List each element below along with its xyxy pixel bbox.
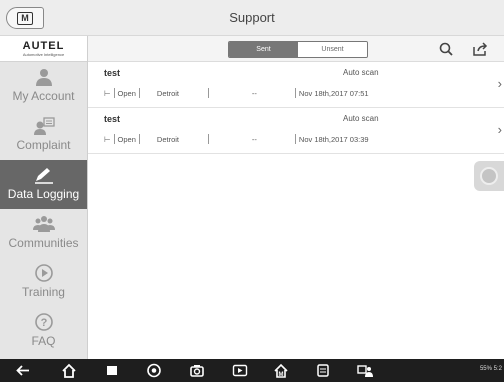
sidebar-item-data-logging[interactable]: Data Logging (0, 160, 87, 209)
assist-icon (480, 167, 498, 185)
sidebar-item-label: My Account (12, 89, 75, 103)
session-dash: -- (251, 88, 257, 98)
sidebar: AUTEL Automotive Intelligence My Account… (0, 36, 88, 359)
session-type: Auto scan (343, 114, 379, 123)
search-icon[interactable] (438, 41, 454, 57)
svg-text:M: M (279, 372, 284, 378)
remote-desk-icon[interactable] (357, 363, 373, 378)
floating-assist-button[interactable] (474, 161, 504, 191)
person-icon (35, 69, 52, 86)
autel-logo: AUTEL Automotive Intelligence (0, 36, 87, 62)
divider (138, 134, 140, 144)
group-icon (32, 216, 55, 232)
chevron-right-icon: › (497, 122, 502, 137)
sidebar-item-label: Communities (8, 236, 79, 250)
session-date: Nov 18th,2017 07:51 (298, 88, 369, 98)
sidebar-item-label: Training (22, 285, 65, 299)
sidebar-item-faq[interactable]: ? FAQ (0, 307, 87, 356)
status-indicators: 55% 5:2 (479, 366, 502, 372)
divider (113, 88, 115, 98)
system-nav-bar: M 55% 5:2 (0, 359, 504, 382)
divider (294, 134, 296, 144)
session-meta: ⊢ Open Detroit -- Nov 18th,2017 07:51 (104, 88, 369, 98)
chrome-icon[interactable] (146, 363, 162, 378)
session-name: test (104, 68, 121, 78)
session-name: test (104, 114, 121, 124)
divider (113, 134, 115, 144)
session-location: Detroit (156, 134, 179, 144)
media-icon[interactable] (232, 363, 248, 378)
list-item[interactable]: test Auto scan ⊢ Open Detroit -- Nov 18t… (88, 62, 504, 108)
session-type: Auto scan (343, 68, 379, 77)
edit-icon (34, 168, 53, 184)
tab-sent[interactable]: Sent (229, 42, 298, 57)
sidebar-item-label: Data Logging (7, 187, 80, 201)
sidebar-item-complaint[interactable]: Complaint (0, 111, 87, 160)
chevron-right-icon: › (497, 76, 502, 91)
sidebar-item-label: FAQ (31, 334, 56, 348)
session-dash: -- (251, 134, 257, 144)
camera-icon[interactable] (189, 363, 205, 378)
attachment-icon: ⊢ (104, 88, 111, 98)
title-bar: M Support (0, 0, 504, 36)
back-icon[interactable] (15, 363, 31, 378)
play-icon (34, 264, 53, 282)
logo-tagline: Automotive Intelligence (22, 51, 65, 57)
session-status: Open (117, 88, 136, 98)
session-date: Nov 18th,2017 03:39 (298, 134, 369, 144)
chat-person-icon (33, 117, 55, 135)
logo-brand: AUTEL (22, 39, 65, 52)
session-meta: ⊢ Open Detroit -- Nov 18th,2017 03:39 (104, 134, 369, 144)
page-title: Support (229, 10, 275, 25)
tab-unsent[interactable]: Unsent (298, 42, 367, 57)
sidebar-item-label: Complaint (16, 138, 71, 152)
divider (294, 88, 296, 98)
sidebar-item-training[interactable]: Training (0, 258, 87, 307)
svg-text:?: ? (40, 317, 47, 329)
home-icon[interactable] (61, 363, 77, 378)
sidebar-item-my-account[interactable]: My Account (0, 62, 87, 111)
sidebar-item-communities[interactable]: Communities (0, 209, 87, 258)
divider (207, 88, 209, 98)
vci-icon[interactable] (315, 363, 331, 378)
main-content: Sent Unsent test Auto scan ⊢ Open Detroi… (88, 36, 504, 359)
divider (138, 88, 140, 98)
share-icon[interactable] (472, 41, 488, 57)
list-item[interactable]: test Auto scan ⊢ Open Detroit -- Nov 18t… (88, 108, 504, 154)
toolbar: Sent Unsent (88, 36, 504, 62)
divider (207, 134, 209, 144)
question-icon: ? (34, 313, 53, 331)
session-status: Open (117, 134, 136, 144)
recent-apps-icon[interactable] (104, 363, 120, 378)
autel-home-icon[interactable]: M (273, 363, 289, 378)
sent-unsent-toggle: Sent Unsent (228, 41, 368, 58)
session-location: Detroit (156, 88, 179, 98)
attachment-icon: ⊢ (104, 134, 111, 144)
